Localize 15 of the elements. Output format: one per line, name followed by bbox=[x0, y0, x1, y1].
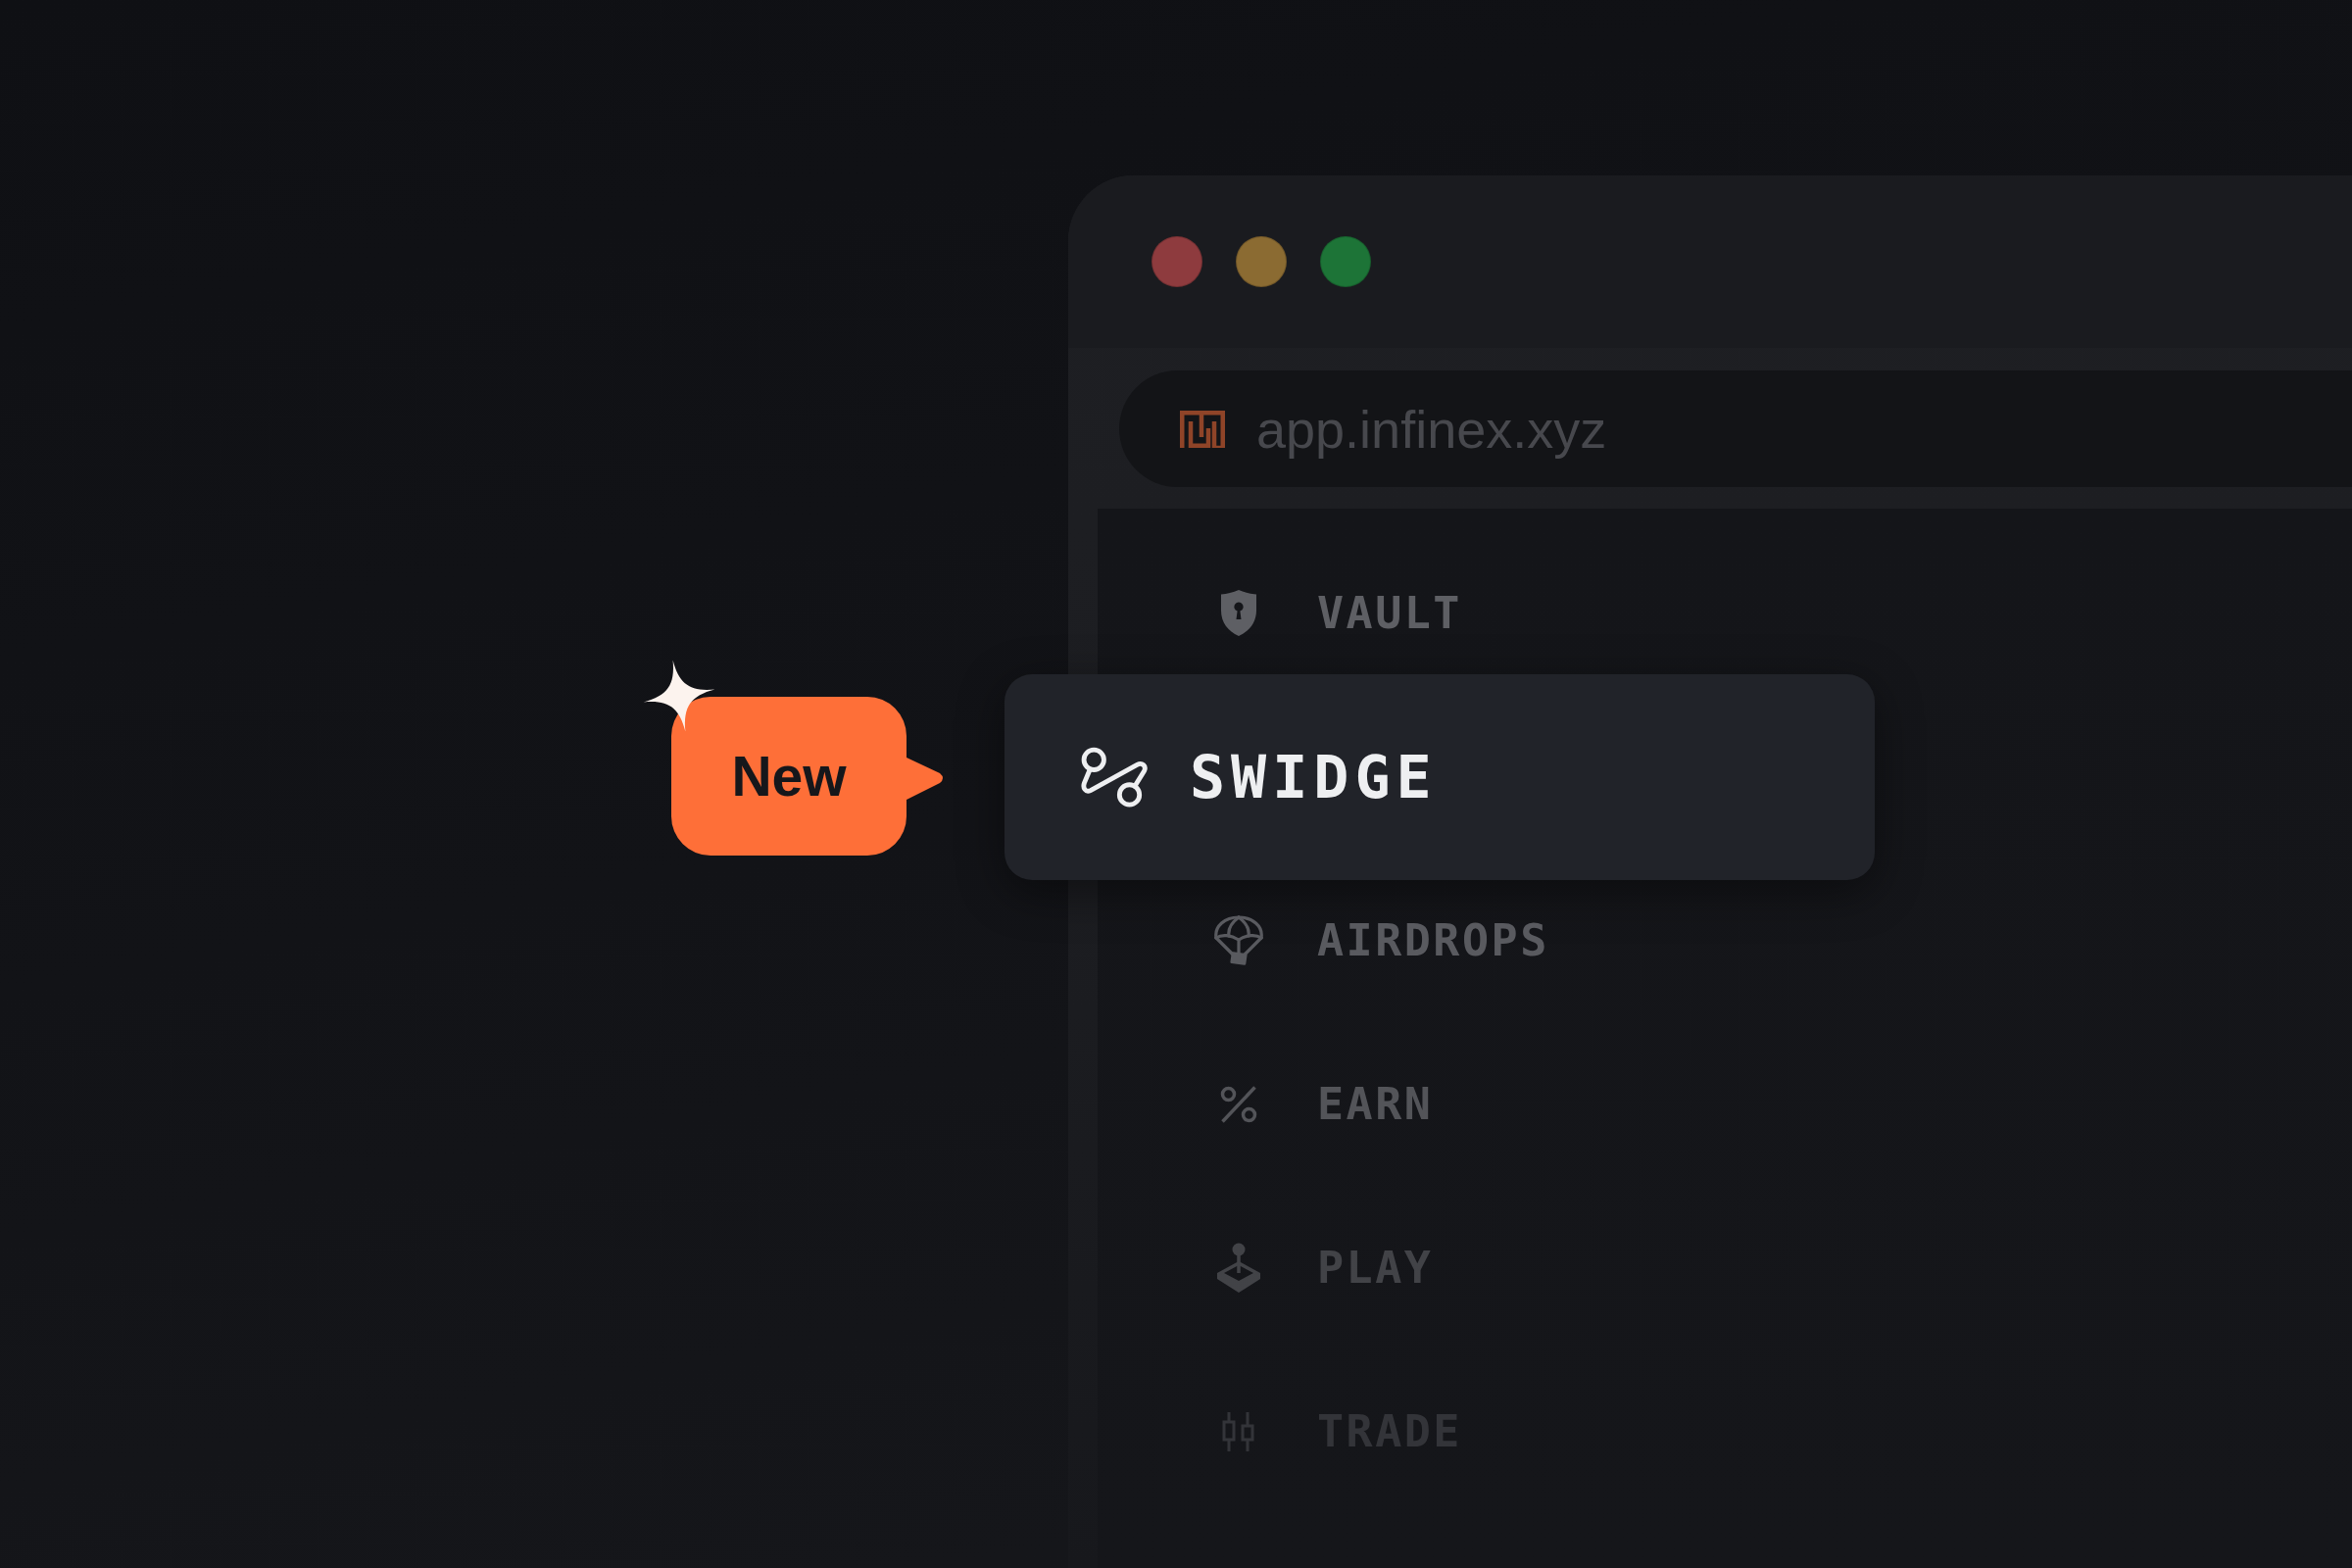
zoom-button[interactable] bbox=[1320, 236, 1371, 287]
linked-circles-icon bbox=[1080, 745, 1149, 808]
new-badge: New bbox=[671, 697, 946, 856]
nav-item[interactable]: EARN bbox=[1209, 1078, 1434, 1130]
shield-keyhole-icon bbox=[1219, 589, 1258, 637]
candlestick-icon bbox=[1221, 1410, 1256, 1452]
nav-item[interactable]: SWIDGE bbox=[1004, 673, 1875, 880]
percent-icon bbox=[1219, 1084, 1258, 1124]
minimize-button[interactable] bbox=[1236, 236, 1287, 287]
close-button[interactable] bbox=[1152, 236, 1202, 287]
site-logo-icon bbox=[1180, 410, 1225, 448]
joystick-icon bbox=[1216, 1242, 1261, 1294]
parachute-icon bbox=[1212, 914, 1265, 966]
nav-item[interactable]: VAULT bbox=[1209, 587, 1462, 639]
nav-item[interactable]: AIRDROPS bbox=[1209, 914, 1549, 966]
